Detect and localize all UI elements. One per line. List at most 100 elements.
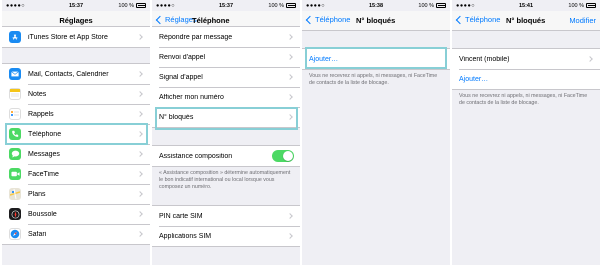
nav-bar: Téléphone N° bloqués Modifier xyxy=(452,11,600,31)
chevron-right-icon xyxy=(137,91,143,97)
screen-phone-settings: ●●●●○ 15:37 100 % Réglages Téléphone Rép… xyxy=(152,0,300,265)
screen-settings: ●●●●○ 15:37 100 % Réglages iTunes Store … xyxy=(2,0,150,265)
page-title: Téléphone xyxy=(192,16,230,25)
blocked-list: Ajouter… xyxy=(302,48,450,70)
battery-icon xyxy=(286,3,296,8)
blocked-contact-row[interactable]: Vincent (mobile) xyxy=(452,49,600,69)
setting-call-forwarding[interactable]: Renvoi d'appel xyxy=(152,47,300,67)
settings-group-apps: Mail, Contacts, Calendrier Notes Rappels… xyxy=(2,63,150,245)
chevron-left-icon xyxy=(155,15,165,24)
settings-item-compass[interactable]: Boussole xyxy=(2,204,150,224)
chevron-right-icon xyxy=(287,213,293,219)
setting-label: Renvoi d'appel xyxy=(159,53,206,61)
settings-item-label: Boussole xyxy=(28,210,57,218)
settings-item-safari[interactable]: Safari xyxy=(2,224,150,244)
chevron-right-icon xyxy=(587,56,593,62)
status-bar: ●●●●○ 15:41 100 % xyxy=(452,0,600,11)
settings-item-mail[interactable]: Mail, Contacts, Calendrier xyxy=(2,64,150,84)
settings-item-label: Téléphone xyxy=(28,130,62,138)
setting-label: Signal d'appel xyxy=(159,73,203,81)
add-label: Ajouter… xyxy=(459,75,489,83)
setting-sim-apps[interactable]: Applications SIM xyxy=(152,226,300,246)
settings-group-store: iTunes Store et App Store xyxy=(2,26,150,48)
settings-item-label: FaceTime xyxy=(28,170,59,178)
setting-call-waiting[interactable]: Signal d'appel xyxy=(152,67,300,87)
blocked-list: Vincent (mobile) Ajouter… xyxy=(452,48,600,90)
status-bar: ●●●●○ 15:37 100 % xyxy=(2,0,150,11)
add-label: Ajouter… xyxy=(309,55,339,63)
settings-item-reminders[interactable]: Rappels xyxy=(2,104,150,124)
screen-blocked-list: ●●●●○ 15:41 100 % Téléphone N° bloqués M… xyxy=(452,0,600,265)
chevron-right-icon xyxy=(287,34,293,40)
page-title: N° bloqués xyxy=(356,16,396,25)
status-bar: ●●●●○ 15:38 100 % xyxy=(302,0,450,11)
app-store-icon xyxy=(9,31,21,43)
phone-settings-group: Répondre par message Renvoi d'appel Sign… xyxy=(152,26,300,128)
dial-assist-group: Assistance composition xyxy=(152,145,300,167)
settings-item-label: Safari xyxy=(28,230,47,238)
chevron-right-icon xyxy=(137,71,143,77)
setting-sim-pin[interactable]: PIN carte SIM xyxy=(152,206,300,226)
back-label: Téléphone xyxy=(465,15,501,24)
chevron-left-icon xyxy=(305,15,315,24)
back-button[interactable]: Réglages xyxy=(155,15,197,24)
chevron-right-icon xyxy=(287,233,293,239)
chevron-right-icon xyxy=(137,171,143,177)
chevron-right-icon xyxy=(287,74,293,80)
back-button[interactable]: Téléphone xyxy=(305,15,350,24)
settings-item-notes[interactable]: Notes xyxy=(2,84,150,104)
setting-label: Répondre par message xyxy=(159,33,233,41)
dial-assist-note: « Assistance composition » détermine aut… xyxy=(159,170,291,191)
chevron-right-icon xyxy=(137,34,143,40)
compass-icon xyxy=(9,208,21,220)
notes-icon xyxy=(9,88,21,100)
safari-icon xyxy=(9,228,21,240)
messages-icon xyxy=(9,148,21,160)
battery-percent: 100 % xyxy=(118,2,134,9)
blocked-note: Vous ne recevrez ni appels, ni messages,… xyxy=(309,73,438,87)
chevron-right-icon xyxy=(137,111,143,117)
setting-blocked-numbers[interactable]: N° bloqués xyxy=(152,107,300,127)
dial-assist-toggle[interactable] xyxy=(272,150,294,162)
setting-label: PIN carte SIM xyxy=(159,212,203,220)
status-bar: ●●●●○ 15:37 100 % xyxy=(152,0,300,11)
battery-icon xyxy=(586,3,596,8)
settings-item-label: Rappels xyxy=(28,110,54,118)
settings-item-maps[interactable]: Plans xyxy=(2,184,150,204)
edit-button[interactable]: Modifier xyxy=(569,16,596,25)
settings-item-label: Notes xyxy=(28,90,47,98)
add-blocked-button[interactable]: Ajouter… xyxy=(452,69,600,89)
settings-item-label: iTunes Store et App Store xyxy=(28,33,108,41)
battery-icon xyxy=(436,3,446,8)
chevron-right-icon xyxy=(137,151,143,157)
setting-label: N° bloqués xyxy=(159,113,194,121)
settings-item-facetime[interactable]: FaceTime xyxy=(2,164,150,184)
settings-item-itunes[interactable]: iTunes Store et App Store xyxy=(2,27,150,47)
screen-blocked-empty: ●●●●○ 15:38 100 % Téléphone N° bloqués A… xyxy=(302,0,450,265)
reminders-icon xyxy=(9,108,21,120)
settings-item-phone[interactable]: Téléphone xyxy=(2,124,150,144)
setting-reply-message[interactable]: Répondre par message xyxy=(152,27,300,47)
maps-icon xyxy=(9,188,21,200)
chevron-right-icon xyxy=(287,94,293,100)
back-label: Téléphone xyxy=(315,15,351,24)
chevron-left-icon xyxy=(455,15,465,24)
back-button[interactable]: Téléphone xyxy=(455,15,500,24)
setting-dial-assist: Assistance composition xyxy=(152,146,300,166)
setting-label: Assistance composition xyxy=(159,152,233,160)
chevron-right-icon xyxy=(137,131,143,137)
chevron-right-icon xyxy=(287,114,293,120)
settings-item-messages[interactable]: Messages xyxy=(2,144,150,164)
battery-icon xyxy=(136,3,146,8)
chevron-right-icon xyxy=(287,54,293,60)
sim-group: PIN carte SIM Applications SIM xyxy=(152,205,300,247)
settings-item-label: Mail, Contacts, Calendrier xyxy=(28,70,109,78)
setting-show-caller-id[interactable]: Afficher mon numéro xyxy=(152,87,300,107)
settings-item-label: Messages xyxy=(28,150,60,158)
add-blocked-button[interactable]: Ajouter… xyxy=(302,49,450,69)
battery-percent: 100 % xyxy=(268,2,284,9)
settings-item-label: Plans xyxy=(28,190,46,198)
battery-percent: 100 % xyxy=(418,2,434,9)
blocked-contact-name: Vincent (mobile) xyxy=(459,55,510,63)
mail-icon xyxy=(9,68,21,80)
